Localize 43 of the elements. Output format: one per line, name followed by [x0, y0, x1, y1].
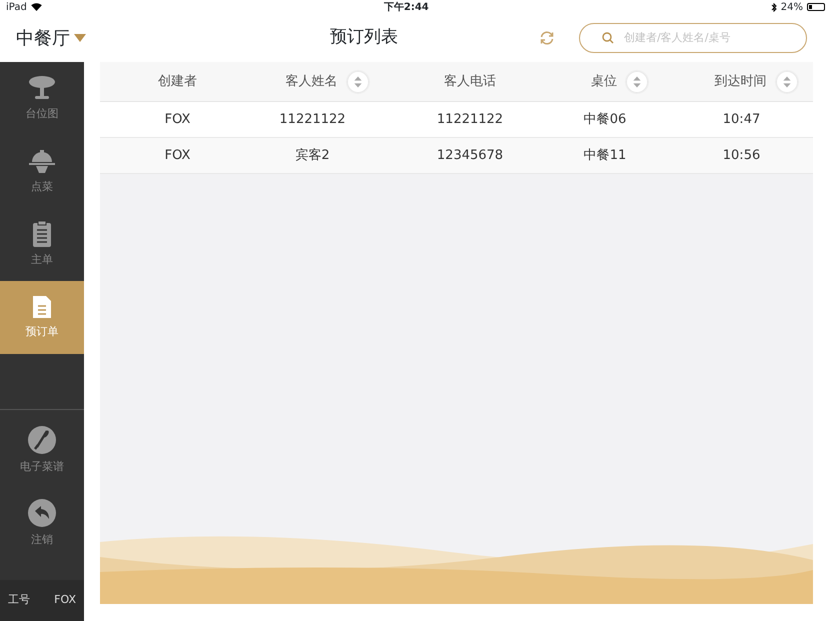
sidebar-item[interactable]: 台位图: [0, 62, 84, 135]
sidebar-item[interactable]: 注销: [0, 487, 84, 560]
sort-icon[interactable]: [774, 70, 798, 94]
table-cell-text: 宾客2: [295, 146, 330, 165]
table-cell-text: 10:47: [722, 110, 760, 129]
table-cell-text: FOX: [164, 110, 190, 129]
sort-icon[interactable]: [625, 70, 649, 94]
sidebar-item[interactable]: 预订单: [0, 281, 84, 354]
cloche-icon: [27, 147, 57, 176]
bluetooth-icon: [770, 2, 777, 12]
column-header[interactable]: 到达时间: [714, 72, 766, 92]
clipboard-icon: [31, 220, 53, 248]
table-cell-text: 11221122: [279, 110, 346, 129]
table-cell-text: 11221122: [436, 110, 504, 129]
utensils-icon: [27, 425, 57, 456]
sidebar-item[interactable]: 点菜: [0, 135, 84, 208]
table-cell-text: 10:56: [722, 146, 760, 165]
device-name: iPad: [6, 0, 27, 14]
search-input[interactable]: 创建者/客人姓名/桌号: [622, 28, 794, 48]
sidebar-item[interactable]: 主单: [0, 208, 84, 281]
battery-icon: [806, 3, 825, 11]
venue-dropdown[interactable]: 中餐厅: [0, 24, 330, 52]
column-header: 客人电话: [444, 72, 496, 91]
sort-icon[interactable]: [346, 70, 370, 94]
column-header[interactable]: 桌位: [591, 72, 617, 92]
wifi-icon: [30, 3, 42, 11]
document-icon: [31, 294, 53, 320]
status-time: 下午2:44: [384, 0, 429, 14]
sidebar-item[interactable]: 电子菜谱: [0, 414, 84, 487]
employee-id-value: FOX: [54, 592, 76, 608]
search-icon: [602, 32, 614, 44]
table-cell-text: 中餐11: [584, 146, 626, 165]
employee-id-label: 工号: [8, 592, 30, 608]
search-field[interactable]: 创建者/客人姓名/桌号: [579, 23, 807, 53]
table-cell-text: FOX: [164, 146, 190, 165]
battery-percent: 24%: [780, 0, 803, 14]
caret-icon: [74, 34, 86, 42]
column-header: 创建者: [158, 72, 197, 91]
page-title: 预订列表: [330, 26, 399, 50]
column-header[interactable]: 客人姓名: [286, 72, 338, 92]
table-cell-text: 12345678: [436, 146, 504, 165]
table-cell-text: 中餐06: [584, 110, 626, 129]
refresh-icon[interactable]: [539, 30, 555, 46]
